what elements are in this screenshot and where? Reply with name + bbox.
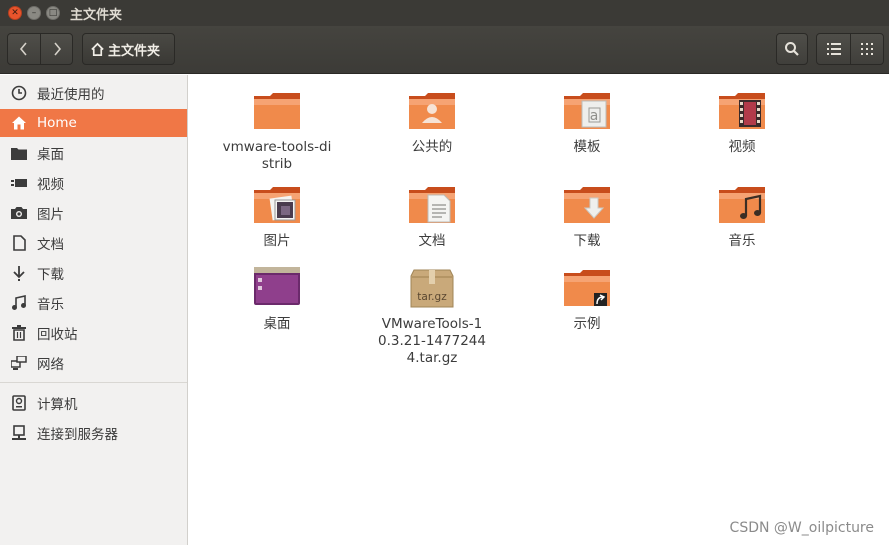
grid-view-button[interactable] xyxy=(850,34,883,64)
sidebar-item-label: 网络 xyxy=(37,357,64,373)
svg-text:tar.gz: tar.gz xyxy=(417,291,447,303)
back-button[interactable] xyxy=(8,34,40,64)
file-name: 公共的 xyxy=(411,139,453,155)
sidebar-item-desktop[interactable]: 桌面 xyxy=(0,139,187,167)
toolbar: 主文件夹 xyxy=(0,26,889,74)
sidebar-item-label: 回收站 xyxy=(37,327,78,343)
title-bar: ✕ – □ 主文件夹 xyxy=(0,0,889,26)
folder-pictures-icon xyxy=(254,187,300,223)
sidebar-item-label: 连接到服务器 xyxy=(37,427,118,443)
file-item[interactable]: a 模板 xyxy=(532,87,642,156)
file-item[interactable]: 音乐 xyxy=(687,181,797,250)
file-item[interactable]: 桌面 xyxy=(222,264,332,333)
chevron-left-icon xyxy=(19,42,27,56)
sidebar: 最近使用的 Home 桌面 视频 图片 文档 下载 音乐 回收站 网络 计算机 xyxy=(0,75,188,545)
computer-icon xyxy=(10,394,28,412)
sidebar-item-videos[interactable]: 视频 xyxy=(0,169,187,197)
sidebar-item-label: 计算机 xyxy=(37,397,78,413)
folder-icon xyxy=(10,144,28,162)
sidebar-item-label: 音乐 xyxy=(37,297,64,313)
sidebar-item-trash[interactable]: 回收站 xyxy=(0,319,187,347)
file-name: VMwareTools-10.3.21-14772444.tar.gz xyxy=(378,316,486,366)
sidebar-item-music[interactable]: 音乐 xyxy=(0,289,187,317)
network-icon xyxy=(10,354,28,372)
music-icon xyxy=(10,294,28,312)
file-item[interactable]: 下载 xyxy=(532,181,642,250)
file-item[interactable]: 文档 xyxy=(377,181,487,250)
close-window-button[interactable]: ✕ xyxy=(8,6,22,20)
file-name: 示例 xyxy=(573,316,601,332)
sidebar-item-recent[interactable]: 最近使用的 xyxy=(0,79,187,107)
file-item[interactable]: 公共的 xyxy=(377,87,487,156)
file-item[interactable]: vmware-tools-distrib xyxy=(222,87,332,173)
file-name: 音乐 xyxy=(728,233,756,249)
view-button-group xyxy=(816,33,884,65)
folder-icon xyxy=(254,93,300,129)
file-name: 桌面 xyxy=(263,316,291,332)
home-icon xyxy=(91,42,104,56)
sidebar-item-label: Home xyxy=(37,115,77,131)
folder-download-icon xyxy=(564,187,610,223)
folder-documents-icon xyxy=(409,187,455,223)
sidebar-item-label: 桌面 xyxy=(37,147,64,163)
forward-button[interactable] xyxy=(40,34,72,64)
archive-icon: tar.gz xyxy=(410,269,454,308)
minimize-window-button[interactable]: – xyxy=(27,6,41,20)
sidebar-item-home[interactable]: Home xyxy=(0,109,187,137)
file-item[interactable]: 图片 xyxy=(222,181,332,250)
home-icon xyxy=(10,114,28,132)
search-icon xyxy=(785,42,799,56)
file-item[interactable]: 视频 xyxy=(687,87,797,156)
sidebar-item-network[interactable]: 网络 xyxy=(0,349,187,377)
sidebar-item-label: 文档 xyxy=(37,237,64,253)
sidebar-item-documents[interactable]: 文档 xyxy=(0,229,187,257)
folder-link-icon xyxy=(564,270,610,306)
sidebar-item-label: 视频 xyxy=(37,177,64,193)
clock-icon xyxy=(10,84,28,102)
file-name: 模板 xyxy=(573,139,601,155)
folder-desktop-icon xyxy=(254,267,300,305)
file-name: vmware-tools-distrib xyxy=(222,139,332,172)
video-icon xyxy=(10,174,28,192)
sidebar-item-computer[interactable]: 计算机 xyxy=(0,389,187,417)
sidebar-item-downloads[interactable]: 下载 xyxy=(0,259,187,287)
list-view-button[interactable] xyxy=(817,34,850,64)
window-title: 主文件夹 xyxy=(70,7,123,23)
watermark: CSDN @W_oilpicture xyxy=(729,520,874,536)
download-icon xyxy=(10,264,28,282)
maximize-window-button[interactable]: □ xyxy=(46,6,60,20)
document-icon xyxy=(10,234,28,252)
camera-icon xyxy=(10,204,28,222)
file-name: 视频 xyxy=(728,139,756,155)
breadcrumb-label: 主文件夹 xyxy=(108,43,161,59)
file-item[interactable]: tar.gz VMwareTools-10.3.21-14772444.tar.… xyxy=(377,264,487,367)
breadcrumb-home[interactable]: 主文件夹 xyxy=(82,33,175,65)
sidebar-item-label: 最近使用的 xyxy=(37,87,105,103)
sidebar-item-label: 图片 xyxy=(37,207,64,223)
trash-icon xyxy=(10,324,28,342)
sidebar-item-label: 下载 xyxy=(37,267,64,283)
sidebar-separator xyxy=(0,382,187,383)
file-name: 图片 xyxy=(263,233,291,249)
folder-public-icon xyxy=(409,93,455,129)
sidebar-item-connect-server[interactable]: 连接到服务器 xyxy=(0,419,187,447)
nav-button-group xyxy=(7,33,73,65)
search-button[interactable] xyxy=(776,33,808,65)
grid-view-icon xyxy=(861,43,873,55)
folder-templates-icon: a xyxy=(564,93,610,129)
file-name: 文档 xyxy=(418,233,446,249)
chevron-right-icon xyxy=(53,42,61,56)
list-view-icon xyxy=(826,43,841,55)
file-grid: vmware-tools-distrib 公共的 a 模板 视频 图片 文档 下… xyxy=(193,75,889,545)
file-name: 下载 xyxy=(573,233,601,249)
folder-videos-icon xyxy=(719,93,765,129)
server-icon xyxy=(10,424,28,442)
file-item[interactable]: 示例 xyxy=(532,264,642,333)
folder-music-icon xyxy=(719,187,765,223)
sidebar-item-pictures[interactable]: 图片 xyxy=(0,199,187,227)
